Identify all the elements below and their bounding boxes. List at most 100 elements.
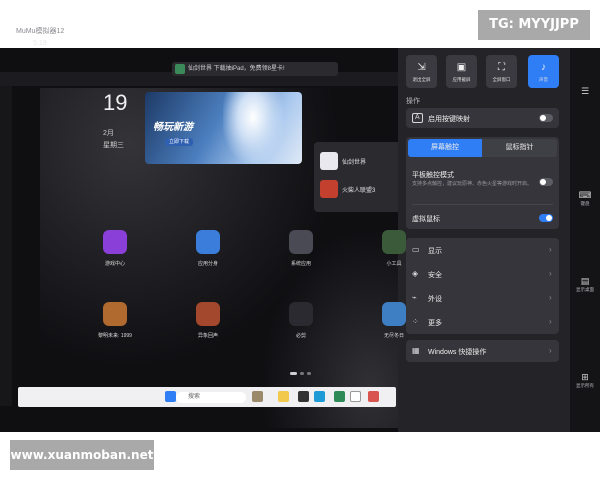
app-icon: [289, 230, 313, 254]
settings-menu-card: ▭ 显示 › ◈ 安全 › ⌁ 外设 › ⁘ 更多 ›: [406, 238, 559, 334]
app-icon-tile[interactable]: 必剪: [281, 302, 321, 339]
app-label: 无尽冬日: [383, 333, 404, 339]
windows-icon: ▦: [412, 346, 420, 355]
app-icon-tile[interactable]: 应用分身: [188, 230, 228, 267]
tab-mouse-pointer[interactable]: 鼠标指针: [482, 139, 557, 157]
menu-item-label: 显示: [428, 248, 442, 255]
app-label: 系统应用: [290, 261, 311, 267]
app-label: 必剪: [295, 333, 306, 339]
page-dot: [307, 372, 311, 375]
date-month: 2月: [103, 130, 114, 137]
right-sidebar-label: 显示桌面: [576, 287, 594, 292]
watermark-bottom: www.xuanmoban.net: [10, 440, 154, 470]
app-icon-tile[interactable]: 小工具: [374, 230, 414, 267]
menu-item-0[interactable]: ▭ 显示 ›: [406, 238, 559, 262]
page-indicator: [290, 362, 314, 380]
menu-icon: ☰: [580, 86, 590, 96]
menu-item-label: 外设: [428, 296, 442, 303]
right-sidebar-item[interactable]: ⊞ 显示所有: [570, 372, 600, 389]
windows-shortcut-label: Windows 快捷操作: [428, 349, 487, 356]
right-sidebar-item[interactable]: ☰: [570, 86, 600, 97]
game-thumbnail: [320, 180, 338, 198]
banner-download-button[interactable]: 立即下载: [165, 138, 193, 146]
menu-item-3[interactable]: ⁘ 更多 ›: [406, 310, 559, 334]
quick-button[interactable]: ⛶ 全屏窗口: [486, 55, 517, 88]
tablet-mode-label: 平板触控模式: [412, 172, 454, 179]
tablet-mode-toggle[interactable]: [539, 178, 553, 186]
fullscreen-icon: ⛶: [498, 62, 505, 73]
app-icon-tile[interactable]: 系统应用: [281, 230, 321, 267]
emulator-title: MuMu模拟器12: [16, 28, 65, 35]
game-item[interactable]: 火柴人联盟3: [320, 180, 400, 198]
date-day: 19: [103, 90, 128, 115]
folder-icon[interactable]: [278, 391, 289, 402]
right-sidebar-item[interactable]: ⌨ 键盘: [570, 190, 600, 207]
app-icon: [103, 230, 127, 254]
right-sidebar-label: 显示所有: [576, 383, 594, 388]
tablet-mode-desc: 支持多点触控，建议玩原神、赤色火星等游戏时开启。: [412, 181, 533, 187]
menu-item-1[interactable]: ◈ 安全 ›: [406, 262, 559, 286]
right-sidebar-label: 键盘: [580, 201, 590, 206]
app-icon: [382, 230, 406, 254]
app-label: 小工具: [386, 261, 402, 267]
virtual-mouse-toggle[interactable]: [539, 214, 553, 222]
game-name: 火柴人联盟3: [342, 188, 376, 194]
windows-start-icon[interactable]: [165, 391, 176, 402]
app-label: 异象回声: [197, 333, 218, 339]
quick-button[interactable]: ▣ 应用截屏: [446, 55, 477, 88]
app-icon-tile[interactable]: 黎明未来: 1999: [95, 302, 135, 339]
windows-shortcut-card[interactable]: ▦ Windows 快捷操作 ›: [406, 340, 559, 362]
chevron-right-icon: ›: [549, 317, 552, 326]
app-label: 游戏中心: [104, 261, 125, 267]
menu-item-label: 安全: [428, 272, 442, 279]
taskbar-app-icon[interactable]: [350, 391, 361, 402]
date-weekday: 星期三: [103, 142, 124, 149]
menu-item-2[interactable]: ⌁ 外设 ›: [406, 286, 559, 310]
speaker-icon: ♪: [541, 62, 546, 73]
page-dot: [290, 372, 297, 375]
promo-banner[interactable]: 畅玩新游 立即下载: [145, 92, 302, 164]
app-icon-tile[interactable]: 无尽冬日: [374, 302, 414, 339]
edge-browser-icon[interactable]: [314, 391, 325, 402]
taskbar-app-icon[interactable]: [298, 391, 309, 402]
screenshot-icon: ▣: [456, 62, 467, 73]
show-all-icon: ⊞: [581, 372, 589, 382]
banner-character-image: [223, 92, 283, 164]
notice-text: 仙剑世界 下载抽iPad，免费领8星卡!: [188, 66, 285, 72]
app-icon-tile[interactable]: 异象回声: [188, 302, 228, 339]
chevron-right-icon: ›: [549, 346, 552, 355]
app-icon: [289, 302, 313, 326]
keyboard-icon: ⌨: [578, 190, 592, 200]
taskbar-search[interactable]: 搜索: [176, 392, 246, 403]
game-item[interactable]: 仙剑世界: [320, 152, 400, 170]
app-icon: [196, 302, 220, 326]
app-label: 应用分身: [197, 261, 218, 267]
quick-button-label: 全屏窗口: [492, 77, 511, 82]
keymap-icon: A: [412, 113, 423, 123]
quick-button[interactable]: ♪ 声音: [528, 55, 559, 88]
shield-icon: ◈: [412, 269, 419, 278]
app-icon: [103, 302, 127, 326]
taskbar-app-icon[interactable]: [252, 391, 263, 402]
page: TG: MYYJJPP MuMu模拟器12 5:19 仙剑世界 下载抽iPad，…: [0, 0, 600, 480]
peripheral-icon: ⌁: [412, 293, 417, 302]
exit-fullscreen-icon: ⇲: [417, 62, 426, 73]
quick-button[interactable]: ⇲ 退出全屏: [406, 55, 437, 88]
game-recommend-card: 仙剑世界 火柴人联盟3: [314, 142, 402, 212]
taskbar-app-icon[interactable]: [334, 391, 345, 402]
app-icon: [382, 302, 406, 326]
quick-button-label: 退出全屏: [412, 77, 431, 82]
app-label: 黎明未来: 1999: [98, 333, 132, 339]
keymap-card[interactable]: A 启用按键映射: [406, 108, 559, 128]
emulator-left-bar: [0, 86, 12, 406]
keymap-toggle[interactable]: [539, 114, 553, 122]
app-icon-tile[interactable]: 游戏中心: [95, 230, 135, 267]
banner-title: 畅玩新游: [153, 122, 193, 133]
tab-screen-touch[interactable]: 屏幕触控: [408, 139, 482, 157]
page-dot: [300, 372, 304, 375]
game-icon: [175, 64, 185, 74]
watermark-top: TG: MYYJJPP: [478, 10, 590, 40]
right-sidebar-item[interactable]: ▤ 显示桌面: [570, 276, 600, 293]
notice-bar[interactable]: 仙剑世界 下载抽iPad，免费领8星卡!: [172, 62, 338, 76]
wps-icon[interactable]: [368, 391, 379, 402]
